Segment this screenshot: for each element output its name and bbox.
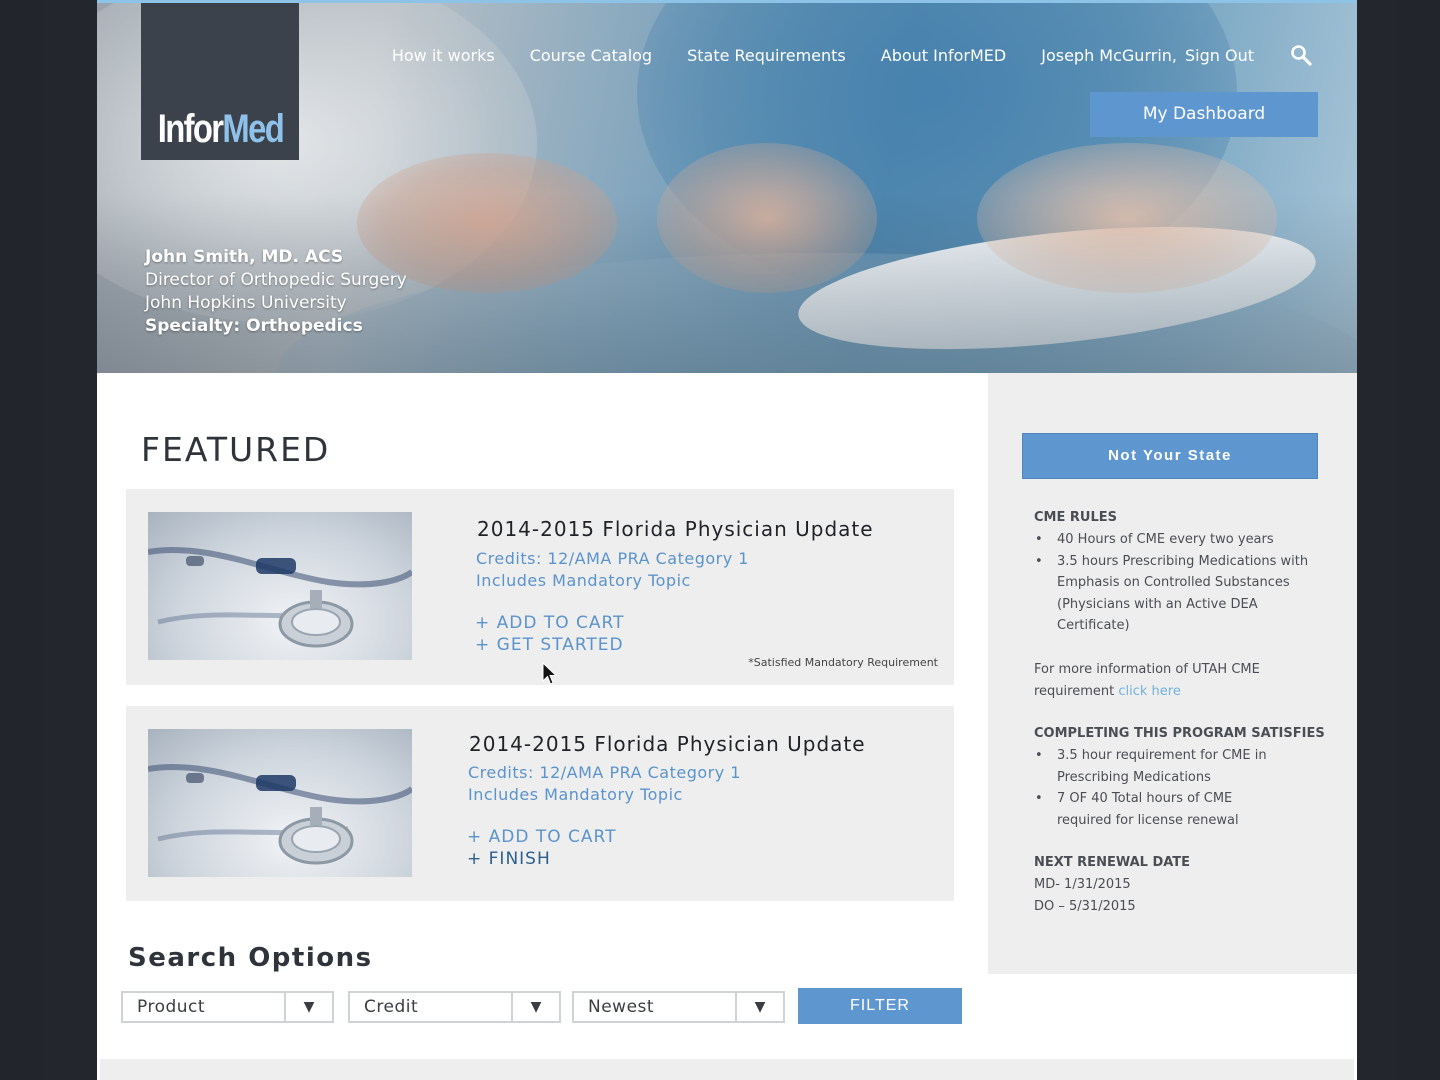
search-icon[interactable] [1289, 43, 1313, 67]
satisfies-list: 3.5 hour requirement for CME in Prescrib… [1034, 745, 1284, 831]
product-select[interactable]: Product ▼ [121, 991, 334, 1023]
list-item: 3.5 hours Prescribing Medications with E… [1034, 551, 1324, 637]
dropdown-arrow-icon[interactable]: ▼ [284, 993, 332, 1021]
cme-rules-list: 40 Hours of CME every two years 3.5 hour… [1034, 529, 1324, 637]
course-title[interactable]: 2014-2015 Florida Physician Update [477, 517, 874, 541]
select-value: Newest [588, 997, 655, 1017]
course-title[interactable]: 2014-2015 Florida Physician Update [469, 732, 866, 756]
stethoscope-thumbnail[interactable] [148, 512, 412, 660]
nav-state-requirements[interactable]: State Requirements [687, 46, 846, 65]
course-credits: Credits: 12/AMA PRA Category 1 [476, 549, 749, 568]
filter-button[interactable]: FILTER [798, 988, 962, 1024]
more-info-text: For more information of UTAH CME require… [1034, 659, 1294, 702]
nav-about[interactable]: About InforMED [881, 46, 1006, 65]
logo[interactable]: InforMed [141, 3, 299, 160]
nav-course-catalog[interactable]: Course Catalog [530, 46, 652, 65]
logo-text-med: Med [221, 107, 284, 151]
profile-institution: John Hopkins University [145, 293, 347, 313]
add-to-cart-link[interactable]: + ADD TO CART [467, 826, 617, 848]
user-profile: John Smith, MD. ACS Director of Orthoped… [145, 246, 407, 338]
list-item: 3.5 hour requirement for CME in Prescrib… [1034, 745, 1284, 788]
credit-select[interactable]: Credit ▼ [348, 991, 561, 1023]
course-credits: Credits: 12/AMA PRA Category 1 [468, 763, 741, 782]
sort-select[interactable]: Newest ▼ [572, 991, 785, 1023]
my-dashboard-button[interactable]: My Dashboard [1090, 92, 1318, 137]
mandatory-requirement-note: *Satisfied Mandatory Requirement [748, 656, 938, 669]
profile-title: Director of Orthopedic Surgery [145, 270, 407, 290]
mouse-cursor-icon [542, 662, 558, 685]
get-started-link[interactable]: + GET STARTED [475, 634, 624, 656]
click-here-link[interactable]: click here [1118, 684, 1180, 699]
search-options-heading: Search Options [128, 943, 373, 973]
course-card: 2014-2015 Florida Physician Update Credi… [126, 489, 954, 685]
state-rules-sidebar: Not Your State CME RULES 40 Hours of CME… [988, 373, 1357, 974]
hero-banner: InforMed How it works Course Catalog Sta… [97, 3, 1357, 373]
footer-strip [100, 1059, 1354, 1080]
nav-how-it-works[interactable]: How it works [392, 46, 495, 65]
course-card: 2014-2015 Florida Physician Update Credi… [126, 706, 954, 901]
user-name[interactable]: Joseph McGurrin, [1041, 46, 1177, 65]
sign-out-link[interactable]: Sign Out [1185, 46, 1254, 65]
select-value: Credit [364, 997, 419, 1017]
featured-heading: FEATURED [141, 430, 331, 469]
list-item: 7 OF 40 Total hours of CME required for … [1034, 788, 1284, 831]
select-value: Product [137, 997, 206, 1017]
course-mandatory-topic: Includes Mandatory Topic [468, 785, 683, 804]
dropdown-arrow-icon[interactable]: ▼ [511, 993, 559, 1021]
user-menu: Joseph McGurrin, Sign Out [1041, 46, 1254, 65]
stethoscope-thumbnail[interactable] [148, 729, 412, 877]
satisfies-heading: COMPLETING THIS PROGRAM SATISFIES [1034, 726, 1325, 741]
add-to-cart-link[interactable]: + ADD TO CART [475, 612, 625, 634]
finish-link[interactable]: + FINISH [467, 848, 551, 870]
page: InforMed How it works Course Catalog Sta… [97, 0, 1357, 1080]
renewal-heading: NEXT RENEWAL DATE [1034, 855, 1191, 870]
not-your-state-button[interactable]: Not Your State [1022, 433, 1318, 479]
profile-name: John Smith, MD. ACS [145, 247, 344, 267]
main-nav: How it works Course Catalog State Requir… [392, 43, 1313, 67]
dropdown-arrow-icon[interactable]: ▼ [735, 993, 783, 1021]
renewal-md: MD- 1/31/2015 [1034, 877, 1131, 892]
logo-text-infor: Infor [157, 107, 223, 151]
renewal-do: DO – 5/31/2015 [1034, 899, 1136, 914]
cme-rules-heading: CME RULES [1034, 510, 1117, 525]
course-mandatory-topic: Includes Mandatory Topic [476, 571, 691, 590]
profile-specialty: Specialty: Orthopedics [145, 316, 363, 336]
list-item: 40 Hours of CME every two years [1034, 529, 1324, 551]
